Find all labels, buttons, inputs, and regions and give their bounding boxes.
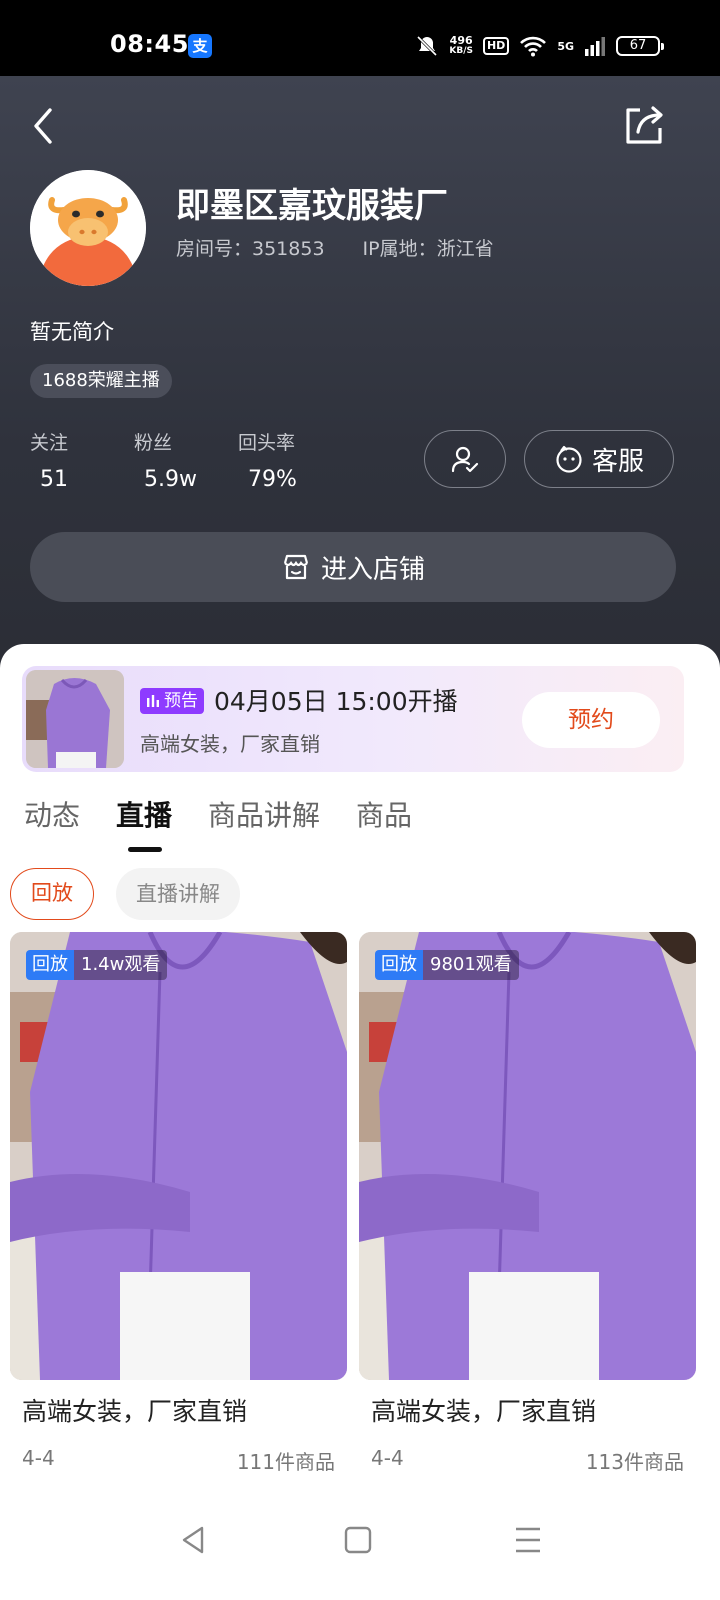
replay-thumbnail: 回放 9801观看: [359, 932, 696, 1380]
stat-value: 51: [40, 467, 68, 492]
mute-icon: [417, 35, 438, 57]
room-id: 房间号：351853: [176, 238, 325, 260]
service-face-icon: [556, 445, 582, 473]
net-speed-value: 496: [449, 34, 473, 47]
system-nav-bar: [0, 1492, 720, 1600]
honor-badge: 1688荣耀主播: [30, 364, 172, 398]
card-product-count: 111件商品: [236, 1450, 335, 1474]
content-panel: 预告 04月05日 15:00开播 高端女装，厂家直销 预约 动态 直播 商品讲…: [0, 644, 720, 1600]
preview-thumbnail: [26, 670, 124, 768]
cow-logo-icon: [30, 170, 146, 286]
stat-following[interactable]: 关注 51: [30, 428, 134, 492]
hd-badge: HD: [482, 37, 510, 55]
live-preview-card[interactable]: 预告 04月05日 15:00开播 高端女装，厂家直销 预约: [22, 666, 684, 772]
stat-value: 79%: [248, 467, 297, 492]
ip-location: IP属地：浙江省: [362, 238, 494, 260]
user-check-icon: [451, 446, 479, 473]
status-icons: 496 KB/S HD 5G 67: [415, 30, 664, 62]
shop-intro: 暂无简介: [30, 320, 114, 344]
view-count: 9801观看: [423, 950, 519, 980]
card-footer: 4-4 113件商品: [359, 1446, 696, 1475]
subtab-live-explain[interactable]: 直播讲解: [116, 868, 240, 920]
replay-label: 回放: [26, 950, 74, 980]
stat-label: 回头率: [238, 432, 296, 454]
alipay-icon: 支: [188, 34, 212, 58]
net-speed-unit: KB/S: [449, 46, 473, 56]
view-count: 1.4w观看: [74, 950, 168, 980]
card-product-count: 113件商品: [585, 1450, 684, 1474]
profile-header: 即墨区嘉玟服装厂 房间号：351853 IP属地：浙江省 暂无简介 1688荣耀…: [0, 76, 720, 696]
card-title: 高端女装，厂家直销: [22, 1397, 248, 1426]
tab-product-explain[interactable]: 商品讲解: [208, 794, 320, 834]
stats-row: 关注 51 粉丝 5.9w 回头率 79%: [30, 428, 342, 492]
tab-products[interactable]: 商品: [356, 794, 412, 834]
service-label: 客服: [591, 446, 644, 477]
replay-card[interactable]: 回放 9801观看 高端女装，厂家直销 4-4 113件商品: [359, 932, 696, 1475]
live-bars-icon: [147, 695, 159, 707]
shop-avatar[interactable]: [30, 170, 146, 286]
stat-label: 粉丝: [134, 432, 173, 454]
card-date: 4-4: [22, 1446, 55, 1470]
preview-description: 高端女装，厂家直销: [140, 732, 320, 756]
replay-card[interactable]: 回放 1.4w观看 高端女装，厂家直销 4-4 111件商品: [10, 932, 347, 1475]
replay-image: [10, 932, 347, 1380]
status-time: 08:45: [110, 30, 189, 58]
replay-thumbnail: 回放 1.4w观看: [10, 932, 347, 1380]
status-bar: 08:45 支 496 KB/S HD 5G 67: [0, 0, 720, 76]
card-date: 4-4: [371, 1446, 404, 1470]
preview-badge: 预告: [140, 688, 204, 714]
preview-time: 04月05日 15:00开播: [214, 687, 458, 716]
replay-grid: 回放 1.4w观看 高端女装，厂家直销 4-4 111件商品 回放 9801观看…: [10, 932, 710, 1475]
back-arrow-icon[interactable]: [26, 104, 62, 148]
subtab-replay[interactable]: 回放: [10, 868, 94, 920]
share-icon[interactable]: [620, 102, 666, 148]
enter-shop-label: 进入店铺: [320, 554, 425, 585]
nav-back-icon[interactable]: [174, 1520, 214, 1560]
net-speed: 496 KB/S: [449, 35, 473, 57]
shop-name: 即墨区嘉玟服装厂: [176, 186, 448, 226]
reserve-button[interactable]: 预约: [522, 692, 660, 748]
stat-return-rate: 回头率 79%: [238, 428, 342, 492]
store-icon: [283, 554, 309, 580]
signal-icon: [585, 37, 605, 56]
replay-image: [359, 932, 696, 1380]
stat-value: 5.9w: [144, 467, 197, 492]
card-title: 高端女装，厂家直销: [371, 1397, 597, 1426]
replay-tag: 回放 1.4w观看: [26, 950, 168, 980]
battery-icon: 67: [616, 36, 664, 56]
wifi-icon: [520, 36, 547, 57]
preview-image: [26, 670, 124, 768]
tab-feed[interactable]: 动态: [24, 794, 80, 834]
card-footer: 4-4 111件商品: [10, 1446, 347, 1475]
preview-badge-label: 预告: [164, 691, 198, 711]
enter-shop-button[interactable]: 进入店铺: [30, 532, 676, 602]
network-type: 5G: [557, 39, 574, 53]
customer-service-button[interactable]: 客服: [524, 430, 674, 488]
content-tabs: 动态 直播 商品讲解 商品: [24, 794, 412, 852]
tab-live[interactable]: 直播: [116, 794, 172, 852]
nav-home-icon[interactable]: [338, 1520, 378, 1560]
stat-fans[interactable]: 粉丝 5.9w: [134, 428, 238, 492]
shop-meta: 房间号：351853 IP属地：浙江省: [176, 234, 494, 261]
replay-tag: 回放 9801观看: [375, 950, 519, 980]
live-subtabs: 回放 直播讲解: [10, 868, 240, 920]
nav-menu-icon[interactable]: [508, 1520, 548, 1560]
follow-button[interactable]: [424, 430, 506, 488]
stat-label: 关注: [30, 432, 69, 454]
replay-label: 回放: [375, 950, 423, 980]
